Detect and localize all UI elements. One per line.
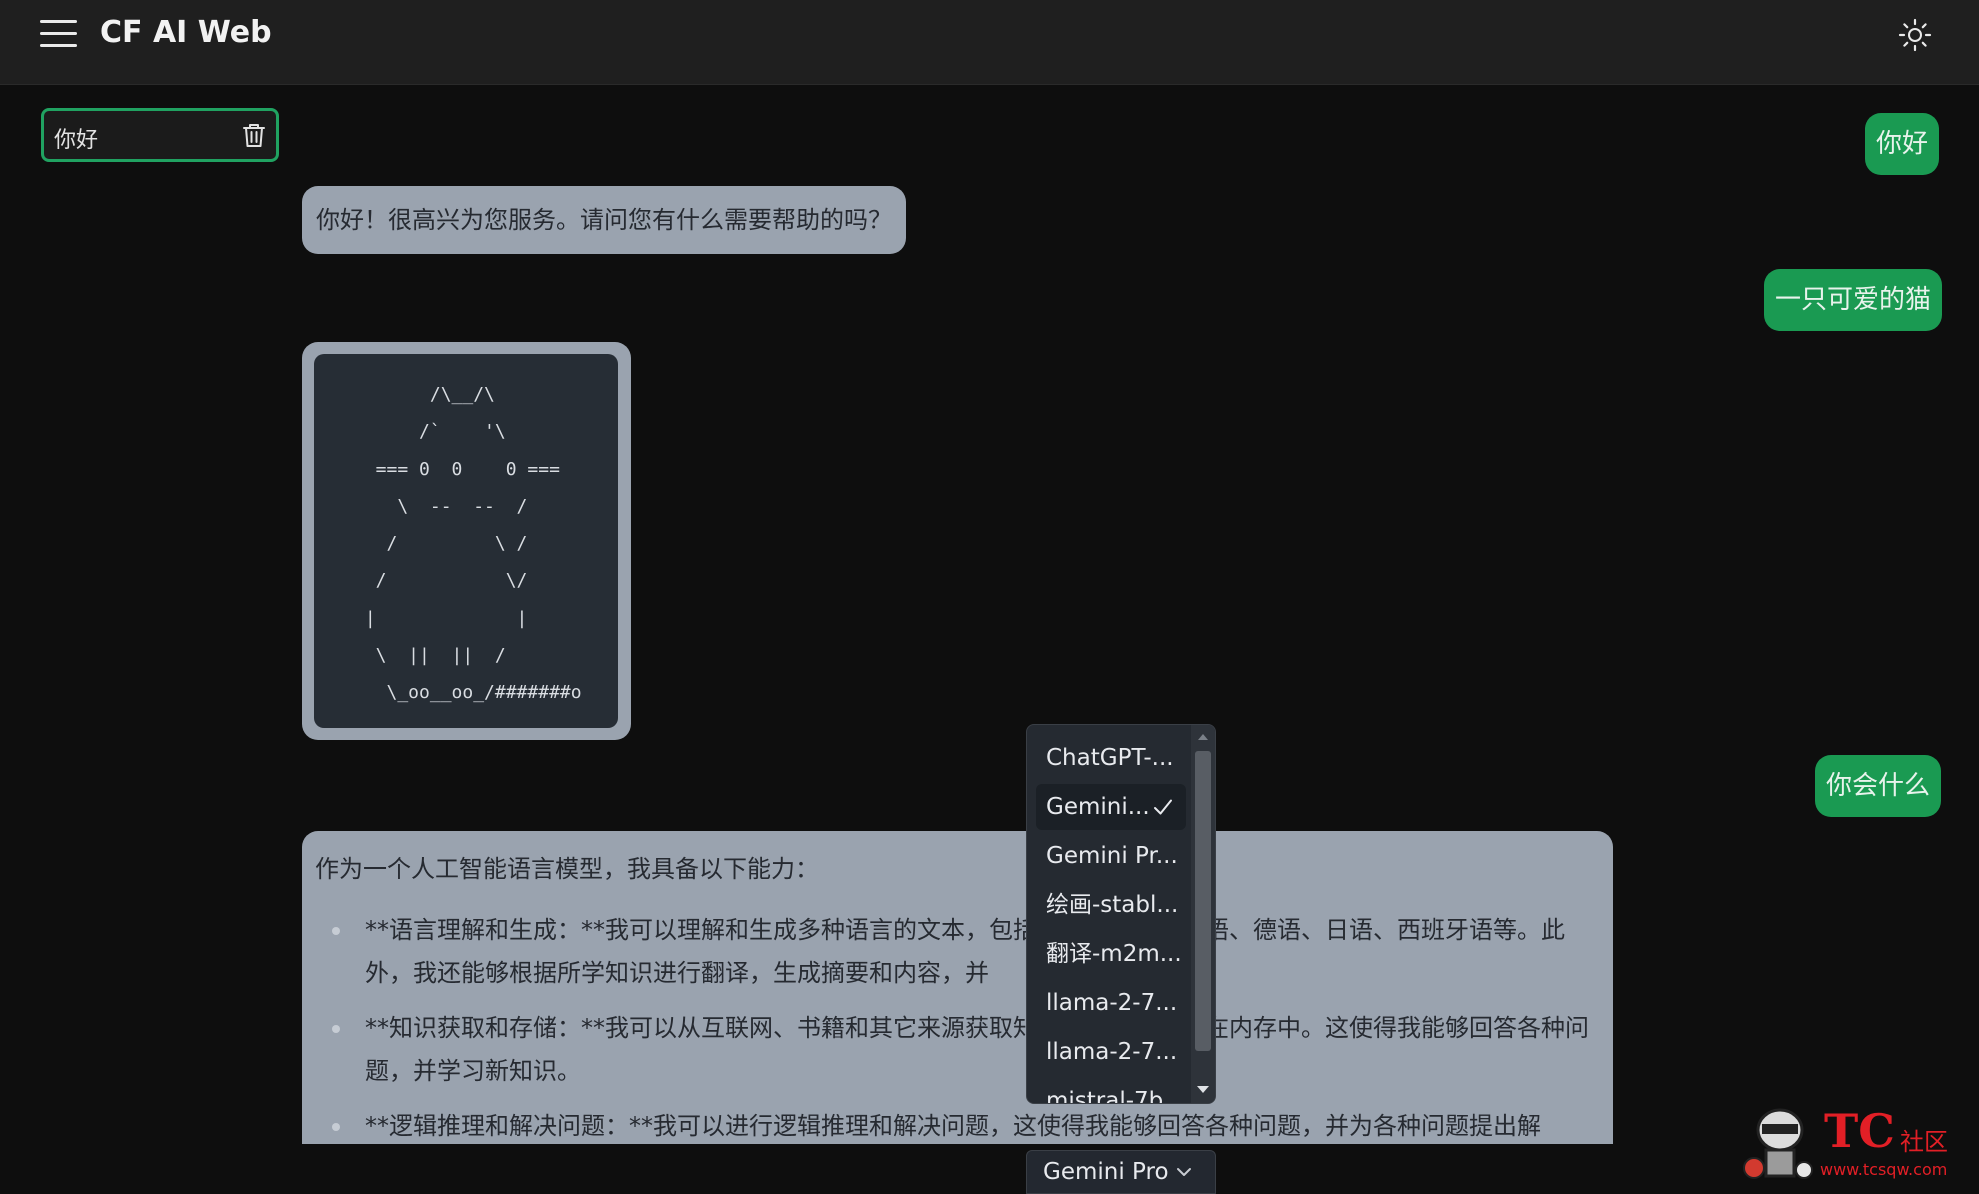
watermark-brand: TC [1824, 1104, 1895, 1158]
dropdown-option[interactable]: mistral-7b... [1036, 1078, 1186, 1103]
chevron-down-icon [1177, 1168, 1191, 1176]
chat-area[interactable]: 你好 你好 你好！很高兴为您服务。请问您有什么需要帮助的吗？ 一只可爱的猫 /\… [0, 86, 1979, 1144]
mascot-logo-icon [1743, 1108, 1813, 1179]
list-item: **知识获取和存储：**我可以从互联网、书籍和其它来源获取知识，并将其存储在内存… [315, 1007, 1605, 1093]
dropdown-option[interactable]: llama-2-7... [1036, 980, 1186, 1026]
hamburger-menu-icon[interactable] [40, 19, 78, 49]
list-item: **逻辑推理和解决问题：**我可以进行逻辑推理和解决问题，这使得我能够回答各种问… [315, 1105, 1605, 1144]
scrollbar-thumb[interactable] [1195, 751, 1211, 1051]
dropdown-scrollbar[interactable] [1191, 725, 1215, 1103]
ai-message-code: /\__/\ /` '\ === 0 0 0 === \ -- -- / / \… [302, 342, 631, 740]
dropdown-option[interactable]: 绘画-stabl... [1036, 882, 1186, 928]
model-dropdown-menu[interactable]: ChatGPT-... Gemini... Gemini Pr... 绘画-st… [1026, 724, 1216, 1104]
ai-message: 你好！很高兴为您服务。请问您有什么需要帮助的吗？ [302, 186, 906, 254]
dropdown-option[interactable]: 翻译-m2m... [1036, 931, 1186, 977]
user-message: 你会什么 [1815, 755, 1942, 817]
scroll-up-arrow-icon[interactable] [1198, 734, 1208, 740]
model-select-value: Gemini Pro [1043, 1159, 1169, 1185]
watermark-url: www.tcsqw.com [1820, 1160, 1948, 1179]
user-message: 一只可爱的猫 [1764, 269, 1943, 331]
check-icon [1154, 799, 1172, 815]
list-item: **语言理解和生成：**我可以理解和生成多种语言的文本，包括英语、中文、法语、德… [315, 909, 1605, 995]
dropdown-option-selected[interactable]: Gemini... [1036, 784, 1186, 830]
site-watermark: TC 社区 www.tcsqw.com [1728, 1100, 1979, 1194]
trash-icon[interactable] [240, 121, 268, 149]
app-header: CF AI Web [0, 0, 1979, 85]
scroll-down-arrow-icon[interactable] [1197, 1086, 1209, 1093]
dropdown-option[interactable]: ChatGPT-... [1036, 735, 1186, 781]
ascii-cat-art: /\__/\ /` '\ === 0 0 0 === \ -- -- / / \… [364, 384, 582, 704]
model-select[interactable]: Gemini Pro [1026, 1150, 1216, 1194]
dropdown-option-label: Gemini... [1046, 794, 1150, 820]
sidebar-session-item[interactable]: 你好 [41, 108, 279, 162]
bottom-bar [0, 1144, 1979, 1194]
user-message: 你好 [1865, 113, 1940, 175]
watermark-suffix: 社区 [1900, 1128, 1948, 1156]
app-title: CF AI Web [100, 15, 272, 50]
dropdown-option[interactable]: llama-2-7... [1036, 1029, 1186, 1075]
ai-message-intro: 作为一个人工智能语言模型，我具备以下能力： [315, 855, 819, 883]
dropdown-option[interactable]: Gemini Pr... [1036, 833, 1186, 879]
code-block: /\__/\ /` '\ === 0 0 0 === \ -- -- / / \… [314, 354, 618, 728]
session-label: 你好 [54, 128, 99, 153]
ability-list: **语言理解和生成：**我可以理解和生成多种语言的文本，包括英语、中文、法语、德… [315, 909, 1615, 1144]
sun-theme-toggle-icon[interactable] [1898, 18, 1932, 52]
ai-message: 作为一个人工智能语言模型，我具备以下能力： **语言理解和生成：**我可以理解和… [302, 831, 1613, 1144]
